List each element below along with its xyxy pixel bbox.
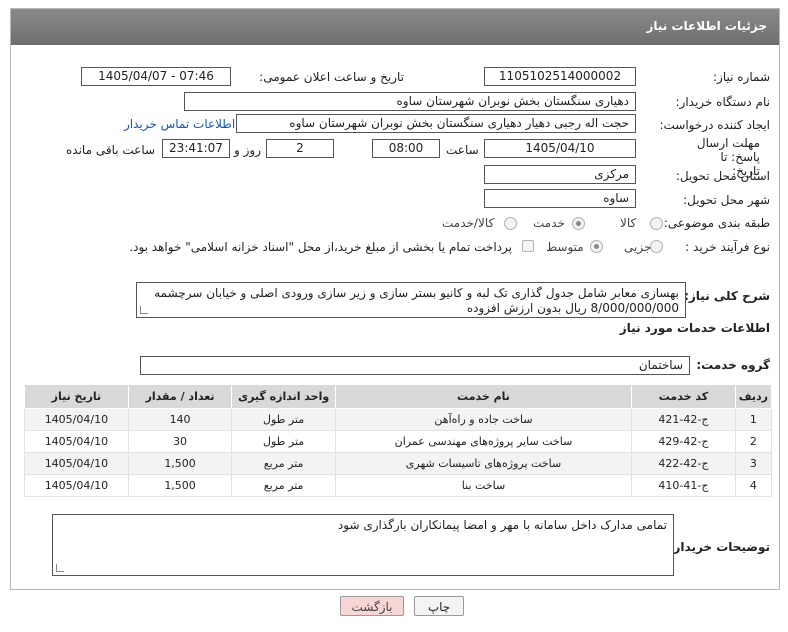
description-textarea[interactable]: بهسازی معابر شامل جدول گذاری تک لبه و کا…: [136, 282, 686, 318]
quantity: 1,500: [127, 452, 233, 475]
print-button[interactable]: چاپ: [414, 596, 464, 616]
service-code: ج-41-410: [631, 474, 736, 497]
deadline-time-label: ساعت: [446, 143, 479, 157]
row-number: 1: [734, 408, 773, 431]
need-number-field[interactable]: 1105102514000002: [484, 67, 636, 86]
buyer-notes-textarea[interactable]: تمامی مدارک داخل سامانه با مهر و امضا پی…: [52, 514, 674, 576]
category-option-goods-service: کالا/خدمت: [442, 216, 495, 230]
service-name: ساخت پروژه‌های تاسیسات شهری: [334, 452, 633, 475]
unit: متر طول: [231, 408, 336, 431]
panel-header: جزئیات اطلاعات نیاز: [11, 9, 779, 45]
city-field[interactable]: ساوه: [484, 189, 636, 208]
row-number: 3: [734, 452, 773, 475]
treasury-payment-note: پرداخت تمام یا بخشی از مبلغ خرید،از محل …: [129, 240, 512, 254]
col-name-header: نام خدمت: [334, 384, 633, 409]
service-name: ساخت بنا: [334, 474, 633, 497]
need-date: 1405/04/10: [24, 408, 129, 431]
col-date-header: تاریخ نیاز: [24, 384, 129, 409]
province-label: استان محل تحویل:: [675, 169, 770, 183]
process-radio-medium[interactable]: [590, 240, 603, 253]
category-radio-service[interactable]: [572, 217, 585, 230]
service-name: ساخت جاده و راه‌آهن: [334, 408, 633, 431]
days-remaining-field[interactable]: 2: [266, 139, 334, 158]
service-code: ج-42-429: [631, 430, 736, 453]
deadline-date-field[interactable]: 1405/04/10: [484, 139, 636, 158]
quantity: 1,500: [127, 474, 233, 497]
buyer-contact-link[interactable]: اطلاعات تماس خریدار: [124, 117, 235, 131]
province-field[interactable]: مرکزی: [484, 165, 636, 184]
table-row: 4 ج-41-410 ساخت بنا متر مربع 1,500 1405/…: [24, 474, 773, 497]
description-label: شرح کلی نیاز:: [684, 289, 770, 303]
category-option-goods: کالا: [620, 216, 637, 230]
table-row: 1 ج-42-421 ساخت جاده و راه‌آهن متر طول 1…: [24, 408, 773, 431]
city-label: شهر محل تحویل:: [683, 193, 770, 207]
process-radio-minor[interactable]: [650, 240, 663, 253]
table-row: 3 ج-42-422 ساخت پروژه‌های تاسیسات شهری م…: [24, 452, 773, 475]
services-section-title: اطلاعات خدمات مورد نیاز: [619, 321, 770, 335]
service-group-label: گروه خدمت:: [696, 358, 770, 372]
category-radio-goods[interactable]: [650, 217, 663, 230]
process-option-medium: متوسط: [546, 240, 584, 254]
row-number: 4: [734, 474, 773, 497]
unit: متر طول: [231, 430, 336, 453]
quantity: 140: [127, 408, 233, 431]
process-option-minor: جزیی: [624, 240, 652, 254]
requester-label: ایجاد کننده درخواست:: [659, 118, 770, 132]
service-group-field[interactable]: ساختمان: [140, 356, 690, 375]
remaining-time-label: ساعت باقی مانده: [66, 143, 156, 157]
buyer-org-label: نام دستگاه خریدار:: [675, 95, 771, 109]
deadline-time-field[interactable]: 08:00: [372, 139, 440, 158]
col-qty-header: تعداد / مقدار: [127, 384, 233, 409]
col-row-header: ردیف: [734, 384, 773, 409]
quantity: 30: [127, 430, 233, 453]
remaining-time-field[interactable]: 23:41:07: [162, 139, 230, 158]
treasury-payment-checkbox[interactable]: [522, 240, 534, 252]
table-row: 2 ج-42-429 ساخت سایر پروژه‌های مهندسی عم…: [24, 430, 773, 453]
unit: متر مربع: [231, 474, 336, 497]
services-table-header: ردیف کد خدمت نام خدمت واحد اندازه گیری ت…: [24, 384, 773, 409]
service-name: ساخت سایر پروژه‌های مهندسی عمران: [334, 430, 633, 453]
service-code: ج-42-422: [631, 452, 736, 475]
need-date: 1405/04/10: [24, 474, 129, 497]
category-label: طبقه بندی موضوعی:: [663, 216, 770, 230]
description-resize-grip[interactable]: [140, 306, 148, 314]
row-number: 2: [734, 430, 773, 453]
col-code-header: کد خدمت: [631, 384, 736, 409]
process-type-label: نوع فرآیند خرید :: [685, 240, 770, 254]
col-unit-header: واحد اندازه گیری: [231, 384, 336, 409]
announce-datetime-label: تاریخ و ساعت اعلان عمومی:: [259, 70, 404, 84]
category-option-service: خدمت: [533, 216, 565, 230]
back-button[interactable]: بازگشت: [340, 596, 404, 616]
announce-datetime-field[interactable]: 1405/04/07 - 07:46: [81, 67, 231, 86]
category-radio-goods-service[interactable]: [504, 217, 517, 230]
unit: متر مربع: [231, 452, 336, 475]
buyer-notes-label: توضیحات خریدار:: [668, 540, 770, 554]
buyer-org-field[interactable]: دهیاری سنگستان بخش نوبران شهرستان ساوه: [184, 92, 636, 111]
need-date: 1405/04/10: [24, 430, 129, 453]
need-number-label: شماره نیاز:: [713, 70, 770, 84]
requester-field[interactable]: حجت اله رجبی دهیار دهیاری سنگستان بخش نو…: [236, 114, 636, 133]
services-table: ردیف کد خدمت نام خدمت واحد اندازه گیری ت…: [24, 384, 773, 497]
need-date: 1405/04/10: [24, 452, 129, 475]
service-code: ج-42-421: [631, 408, 736, 431]
days-label: روز و: [234, 143, 261, 157]
buyer-notes-resize-grip[interactable]: [56, 564, 64, 572]
